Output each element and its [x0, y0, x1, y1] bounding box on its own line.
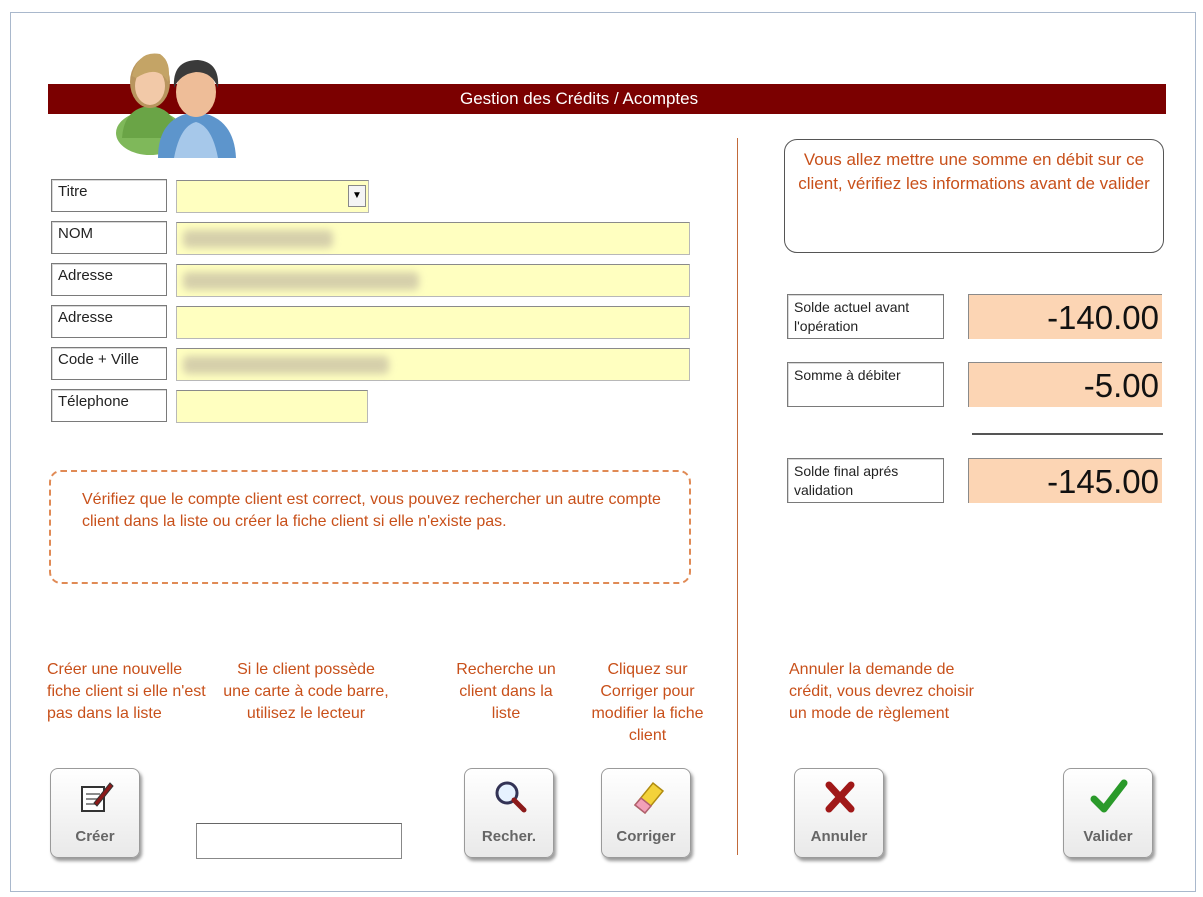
- magnifier-icon: [495, 781, 527, 813]
- annuler-button[interactable]: Annuler: [794, 768, 884, 858]
- adresse1-label: Adresse: [51, 263, 167, 296]
- somme-debiter-label: Somme à débiter: [787, 362, 944, 407]
- solde-actuel-value: -140.00: [968, 294, 1162, 339]
- solde-final-value: -145.00: [968, 458, 1162, 503]
- adresse2-label: Adresse: [51, 305, 167, 338]
- valider-label: Valider: [1083, 828, 1133, 845]
- help-creer: Créer une nouvelle fiche client si elle …: [47, 661, 206, 722]
- rechercher-button[interactable]: Recher.: [464, 768, 554, 858]
- nom-field[interactable]: [176, 222, 690, 255]
- close-icon: [825, 781, 855, 813]
- corriger-label: Corriger: [616, 828, 676, 845]
- solde-final-label: Solde final aprés validation: [787, 458, 944, 503]
- info-message: Vérifiez que le compte client est correc…: [49, 470, 691, 584]
- creer-button[interactable]: Créer: [50, 768, 140, 858]
- redacted-value: [183, 356, 389, 374]
- barcode-input[interactable]: [196, 823, 402, 859]
- help-annuler: Annuler la demande de crédit, vous devre…: [789, 661, 974, 722]
- solde-actuel-label: Solde actuel avant l'opération: [787, 294, 944, 339]
- clients-icon: [116, 53, 236, 158]
- page-title: Gestion des Crédits / Acomptes: [460, 89, 699, 108]
- recher-label: Recher.: [481, 828, 537, 845]
- chevron-down-icon[interactable]: ▼: [348, 185, 366, 207]
- ville-field[interactable]: [176, 348, 690, 381]
- new-record-icon: [81, 782, 114, 812]
- annuler-label: Annuler: [810, 828, 868, 845]
- adresse1-field[interactable]: [176, 264, 690, 297]
- telephone-field[interactable]: [176, 390, 368, 423]
- checkmark-icon: [1090, 779, 1128, 813]
- titre-dropdown[interactable]: ▼: [176, 180, 369, 213]
- ville-label: Code + Ville: [51, 347, 167, 380]
- column-divider: [737, 138, 738, 855]
- nom-label: NOM: [51, 221, 167, 254]
- telephone-label: Télephone: [51, 389, 167, 422]
- titre-label: Titre: [51, 179, 167, 212]
- creer-label: Créer: [75, 828, 115, 845]
- somme-debiter-value: -5.00: [968, 362, 1162, 407]
- total-separator: [972, 433, 1163, 435]
- corriger-button[interactable]: Corriger: [601, 768, 691, 858]
- adresse2-field[interactable]: [176, 306, 690, 339]
- help-recherche: Recherche un client dans la liste: [456, 661, 556, 722]
- eraser-icon: [633, 781, 665, 815]
- redacted-value: [183, 230, 333, 248]
- warning-message: Vous allez mettre une somme en débit sur…: [784, 139, 1164, 253]
- help-corriger: Cliquez sur Corriger pour modifier la fi…: [591, 661, 704, 744]
- redacted-value: [183, 272, 419, 290]
- valider-button[interactable]: Valider: [1063, 768, 1153, 858]
- help-carte: Si le client possède une carte à code ba…: [223, 661, 389, 722]
